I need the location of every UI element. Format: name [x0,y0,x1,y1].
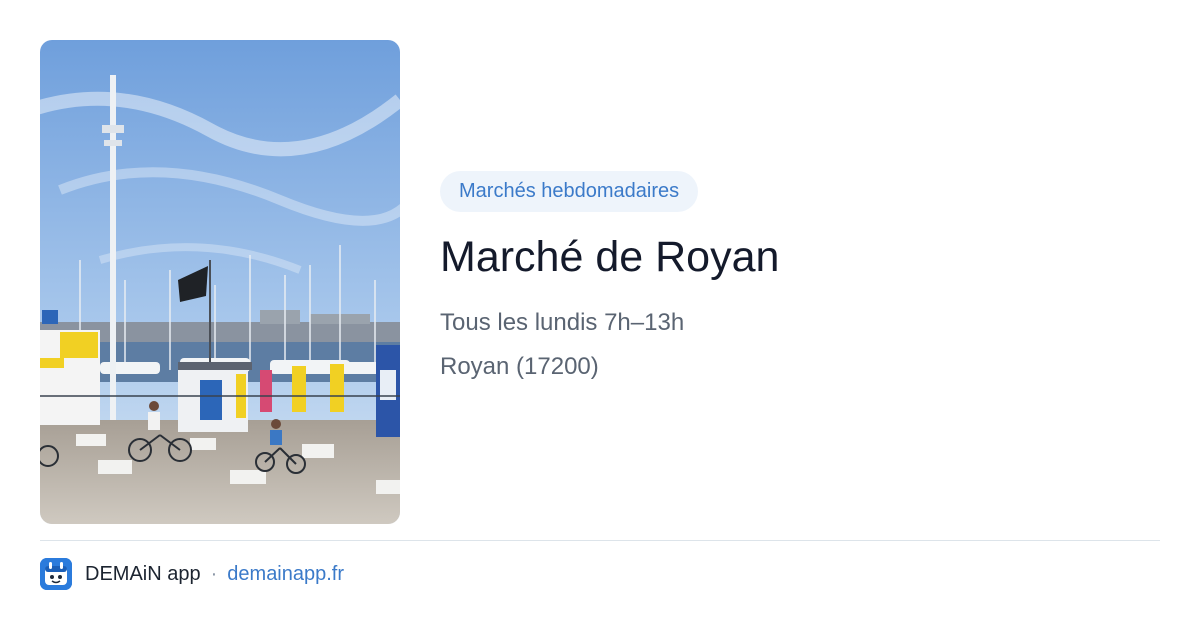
market-title: Marché de Royan [440,233,780,281]
footer-separator: · [210,562,218,585]
market-schedule: Tous les lundis 7h–13h [440,309,685,336]
harbor-image [40,40,400,524]
category-badge[interactable]: Marchés hebdomadaires [440,171,699,212]
market-location: Royan (17200) [440,353,599,380]
market-photo [40,40,400,524]
footer-divider [40,540,1160,541]
market-info: Marchés hebdomadaires Marché de Royan To… [440,171,1160,382]
site-link[interactable]: demainapp.fr [227,563,344,586]
demain-app-icon [40,558,72,590]
brand-name: DEMAiN app [85,562,201,585]
footer: DEMAiN app · demainapp.fr [40,558,344,590]
market-share-card: Marchés hebdomadaires Marché de Royan To… [0,0,1200,630]
